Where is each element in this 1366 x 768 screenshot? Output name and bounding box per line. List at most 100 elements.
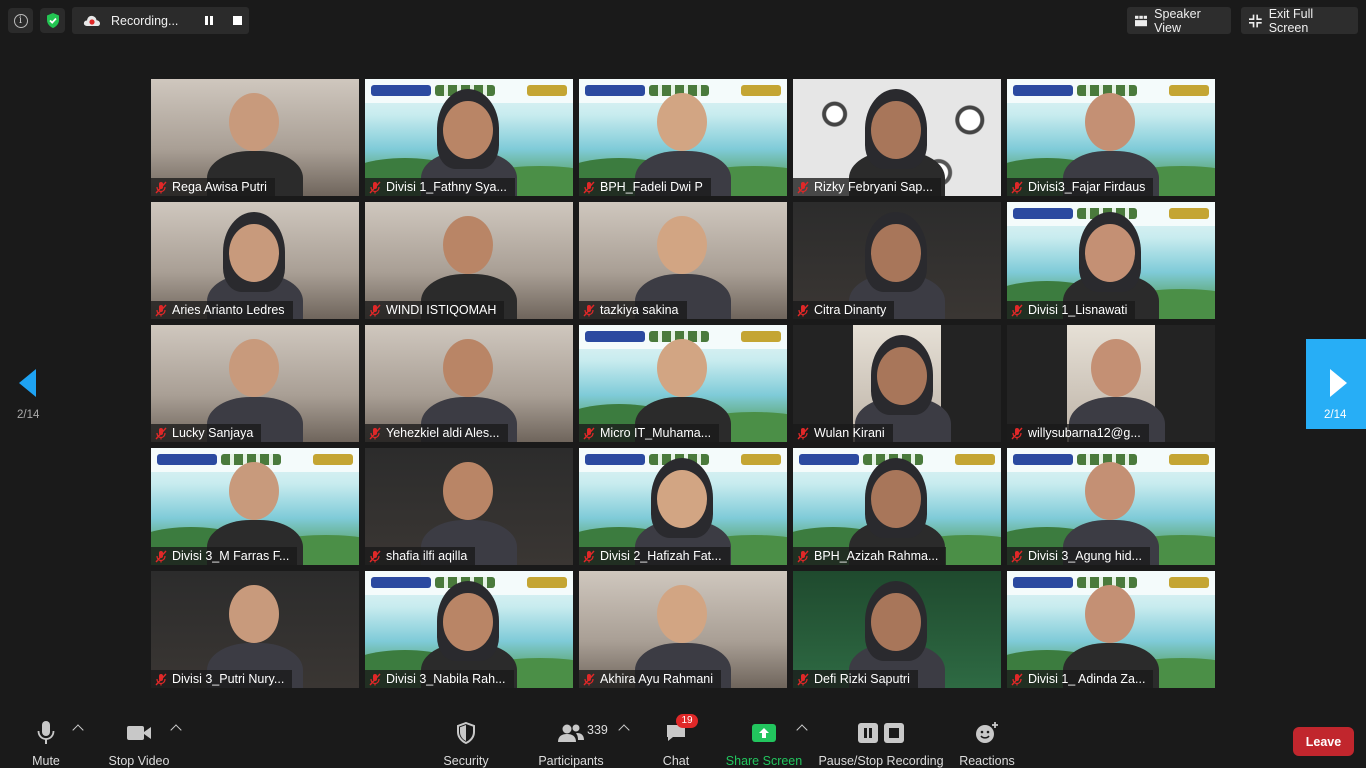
chat-bubble-icon: 19 xyxy=(658,714,698,750)
participant-video-tile[interactable]: BPH_Fadeli Dwi P xyxy=(579,79,787,196)
participant-name-bar: BPH_Azizah Rahma... xyxy=(793,547,947,565)
stop-recording-icon[interactable] xyxy=(233,16,242,25)
participant-video-tile[interactable]: Divisi 3_Agung hid... xyxy=(1007,448,1215,565)
exit-full-screen-icon xyxy=(1249,14,1262,27)
participant-video-tile[interactable]: Citra Dinanty xyxy=(793,202,1001,319)
participants-options-chevron-icon[interactable] xyxy=(618,724,630,736)
participant-name: Akhira Ayu Rahmani xyxy=(600,672,714,686)
participant-video-tile[interactable]: Divisi3_Fajar Firdaus xyxy=(1007,79,1215,196)
participant-video-tile[interactable]: Defi Rizki Saputri xyxy=(793,571,1001,688)
microphone-muted-icon xyxy=(369,181,381,193)
participant-name: Divisi 3_Agung hid... xyxy=(1028,549,1142,563)
security-button[interactable]: Security xyxy=(440,706,492,768)
pause-stop-icon xyxy=(853,716,909,750)
participant-name-bar: BPH_Fadeli Dwi P xyxy=(579,178,711,196)
participant-name: Rega Awisa Putri xyxy=(172,180,267,194)
pause-stop-recording-label: Pause/Stop Recording xyxy=(818,754,944,768)
participant-name-bar: Lucky Sanjaya xyxy=(151,424,262,442)
page-indicator-left: 2/14 xyxy=(17,409,40,421)
speaker-view-button[interactable]: Speaker View xyxy=(1127,7,1231,35)
microphone-muted-icon xyxy=(369,550,381,562)
participant-video-tile[interactable]: shafia ilfi aqilla xyxy=(365,448,573,565)
microphone-muted-icon xyxy=(1011,181,1023,193)
meeting-info-button[interactable]: i xyxy=(8,8,33,33)
participant-name: WINDI ISTIQOMAH xyxy=(386,303,497,317)
microphone-muted-icon xyxy=(797,181,809,193)
arrow-right-icon xyxy=(1330,369,1347,397)
participant-video-tile[interactable]: BPH_Azizah Rahma... xyxy=(793,448,1001,565)
pause-stop-recording-button[interactable]: Pause/Stop Recording xyxy=(818,706,944,768)
participant-video-tile[interactable]: Lucky Sanjaya xyxy=(151,325,359,442)
microphone-muted-icon xyxy=(155,550,167,562)
participant-video-tile[interactable]: tazkiya sakina xyxy=(579,202,787,319)
microphone-muted-icon xyxy=(797,550,809,562)
audio-options-chevron-icon[interactable] xyxy=(72,724,84,736)
participant-name: Rizky Febryani Sap... xyxy=(814,180,933,194)
next-page-button[interactable]: 2/14 xyxy=(1306,339,1366,429)
participant-name: Divisi3_Fajar Firdaus xyxy=(1028,180,1146,194)
participant-video-tile[interactable]: Aries Arianto Ledres xyxy=(151,202,359,319)
security-label: Security xyxy=(443,754,489,768)
participant-name-bar: Micro IT_Muhama... xyxy=(579,424,720,442)
exit-full-screen-button[interactable]: Exit Full Screen xyxy=(1241,6,1358,35)
microphone-muted-icon xyxy=(155,427,167,439)
reactions-label: Reactions xyxy=(959,754,1015,768)
participant-video-tile[interactable]: willysubarna12@g... xyxy=(1007,325,1215,442)
participant-video-tile[interactable]: Divisi 1_Fathny Sya... xyxy=(365,79,573,196)
microphone-muted-icon xyxy=(583,427,595,439)
participant-video-tile[interactable]: Divisi 1_Lisnawati xyxy=(1007,202,1215,319)
participants-button[interactable]: Participants xyxy=(538,706,604,768)
participant-video-tile[interactable]: WINDI ISTIQOMAH xyxy=(365,202,573,319)
participant-video-tile[interactable]: Divisi 3_M Farras F... xyxy=(151,448,359,565)
participant-name-bar: Divisi 3_M Farras F... xyxy=(151,547,298,565)
participant-name: Divisi 1_Lisnawati xyxy=(1028,303,1128,317)
participant-video-tile[interactable]: Akhira Ayu Rahmani xyxy=(579,571,787,688)
participant-video-tile[interactable]: Micro IT_Muhama... xyxy=(579,325,787,442)
participant-name-bar: Divisi 3_Agung hid... xyxy=(1007,547,1150,565)
encryption-shield-button[interactable] xyxy=(40,8,65,33)
participant-video-tile[interactable]: Rizky Febryani Sap... xyxy=(793,79,1001,196)
participant-video-tile[interactable]: Divisi 3_Putri Nury... xyxy=(151,571,359,688)
participant-video-tile[interactable]: Rega Awisa Putri xyxy=(151,79,359,196)
participant-name: shafia ilfi aqilla xyxy=(386,549,468,563)
microphone-muted-icon xyxy=(155,673,167,685)
microphone-muted-icon xyxy=(369,673,381,685)
participant-name: Divisi 3_Nabila Rah... xyxy=(386,672,506,686)
microphone-muted-icon xyxy=(797,427,809,439)
share-screen-label: Share Screen xyxy=(725,754,803,768)
leave-button[interactable]: Leave xyxy=(1293,727,1354,756)
gallery-grid: Rega Awisa Putri Divisi 1_Fathny Sya... BP… xyxy=(151,79,1215,688)
participant-name-bar: Divisi 1_ Adinda Za... xyxy=(1007,670,1154,688)
participant-name-bar: Divisi 2_Hafizah Fat... xyxy=(579,547,730,565)
participant-video-tile[interactable]: Divisi 3_Nabila Rah... xyxy=(365,571,573,688)
exit-full-screen-label: Exit Full Screen xyxy=(1268,6,1314,35)
previous-page-button[interactable]: 2/14 xyxy=(0,339,60,429)
microphone-muted-icon xyxy=(583,673,595,685)
smiley-plus-icon xyxy=(969,716,1005,750)
chat-label: Chat xyxy=(662,754,690,768)
participant-name-bar: shafia ilfi aqilla xyxy=(365,547,476,565)
chat-button[interactable]: 19 Chat xyxy=(657,706,698,768)
participant-video-tile[interactable]: Yehezkiel aldi Ales... xyxy=(365,325,573,442)
microphone-muted-icon xyxy=(155,304,167,316)
reactions-button[interactable]: Reactions xyxy=(958,706,1016,768)
stop-video-button[interactable]: Stop Video xyxy=(104,706,174,768)
microphone-muted-icon xyxy=(1011,673,1023,685)
participant-name: Micro IT_Muhama... xyxy=(600,426,712,440)
pause-recording-icon[interactable] xyxy=(205,16,214,25)
top-bar: i Recording... Speaker View Exit Full Sc… xyxy=(0,0,1366,42)
participant-video-tile[interactable]: Wulan Kirani xyxy=(793,325,1001,442)
participant-name-bar: Divisi 3_Nabila Rah... xyxy=(365,670,514,688)
participant-name-bar: Wulan Kirani xyxy=(793,424,893,442)
recording-indicator: Recording... xyxy=(72,7,249,34)
participant-video-tile[interactable]: Divisi 2_Hafizah Fat... xyxy=(579,448,787,565)
participants-label: Participants xyxy=(538,754,604,768)
microphone-muted-icon xyxy=(583,304,595,316)
participant-name-bar: Aries Arianto Ledres xyxy=(151,301,293,319)
participant-name: Lucky Sanjaya xyxy=(172,426,254,440)
participant-name-bar: Citra Dinanty xyxy=(793,301,895,319)
mute-button[interactable]: Mute xyxy=(26,706,66,768)
share-screen-button[interactable]: Share Screen xyxy=(725,706,803,768)
microphone-muted-icon xyxy=(797,304,809,316)
participant-video-tile[interactable]: Divisi 1_ Adinda Za... xyxy=(1007,571,1215,688)
